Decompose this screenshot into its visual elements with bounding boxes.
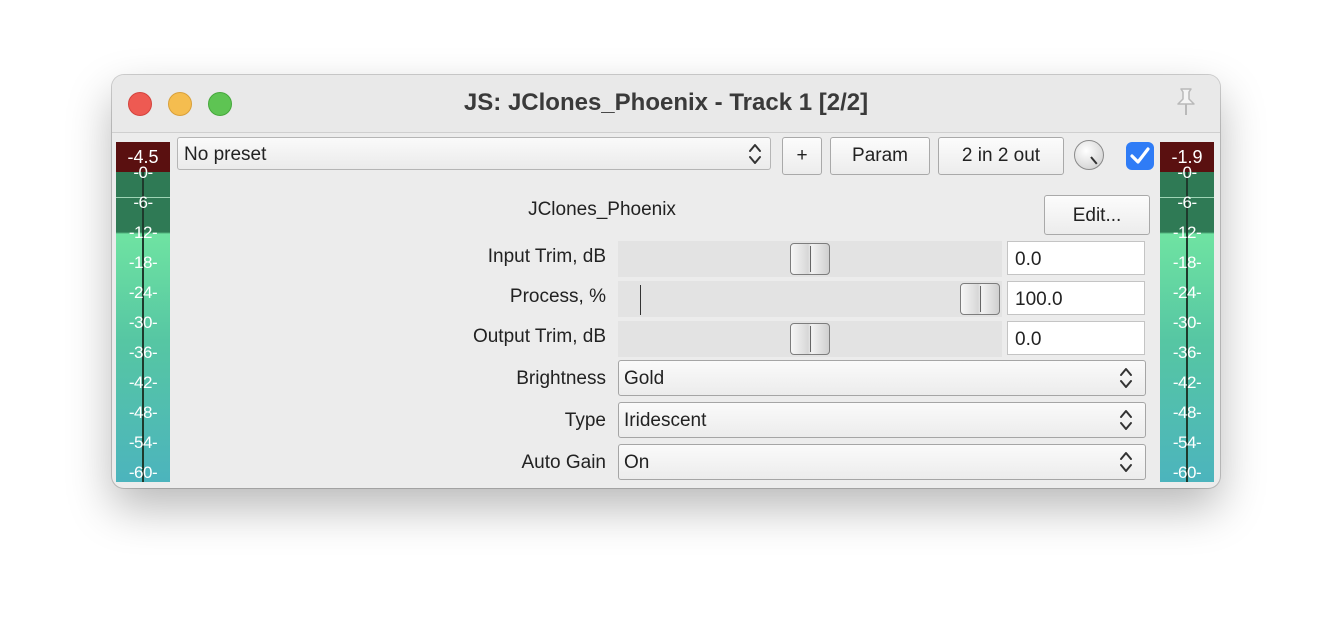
meter-tick: -0-: [133, 163, 153, 182]
plugin-name: JClones_Phoenix: [528, 199, 676, 220]
meter-tick: -12-: [1172, 223, 1202, 242]
slider-thumb[interactable]: [790, 243, 830, 275]
pin-icon[interactable]: [1170, 85, 1202, 117]
preset-dropdown[interactable]: No preset: [177, 137, 771, 170]
meter-tick: -42-: [128, 373, 158, 392]
meter-tick: -12-: [128, 223, 158, 242]
meter-tick: -6-: [133, 193, 153, 212]
meter-tick: -18-: [128, 253, 158, 272]
meter-tick: -30-: [1172, 313, 1202, 332]
slider-thumb[interactable]: [960, 283, 1000, 315]
preset-label: No preset: [184, 144, 267, 165]
process-slider[interactable]: [618, 281, 1002, 317]
meter-tick: -24-: [1172, 283, 1202, 302]
slider-label: Process, %: [509, 286, 606, 307]
output-level-meter: -1.9 -0- -6- -12- -18- -24- -30- -36- -4…: [1160, 142, 1214, 482]
meter-tick: -42-: [1172, 373, 1202, 392]
bypass-checkbox[interactable]: [1126, 142, 1154, 170]
meter-tick: -48-: [1172, 403, 1202, 422]
plugin-window: JS: JClones_Phoenix - Track 1 [2/2] -4.5…: [112, 75, 1220, 488]
meter-tick: -60-: [128, 463, 158, 482]
auto-gain-select[interactable]: On: [618, 444, 1146, 480]
meter-tick: -24-: [128, 283, 158, 302]
meter-tick: -54-: [1172, 433, 1202, 452]
meter-tick: -0-: [1177, 163, 1197, 182]
meter-tick: -18-: [1172, 253, 1202, 272]
input-trim-slider[interactable]: [618, 241, 1002, 277]
select-label: Auto Gain: [521, 452, 607, 473]
type-select[interactable]: Iridescent: [618, 402, 1146, 438]
meter-tick: -6-: [1177, 193, 1197, 212]
title-bar: JS: JClones_Phoenix - Track 1 [2/2]: [112, 75, 1220, 133]
output-trim-slider[interactable]: [618, 321, 1002, 357]
add-preset-button[interactable]: +: [782, 137, 822, 175]
edit-button[interactable]: Edit...: [1044, 195, 1150, 235]
io-routing-button[interactable]: 2 in 2 out: [938, 137, 1064, 175]
meter-tick: -54-: [128, 433, 158, 452]
window-title: JS: JClones_Phoenix - Track 1 [2/2]: [463, 89, 869, 116]
slider-label: Output Trim, dB: [472, 326, 606, 347]
select-value: Gold: [624, 368, 665, 389]
meter-tick: -48-: [128, 403, 158, 422]
select-label: Brightness: [516, 368, 606, 389]
select-label: Type: [564, 410, 606, 431]
meter-tick: -60-: [1172, 463, 1202, 482]
select-value: Iridescent: [624, 410, 707, 431]
slider-thumb[interactable]: [790, 323, 830, 355]
select-value: On: [624, 452, 650, 473]
meter-tick: -30-: [128, 313, 158, 332]
wet-mix-knob[interactable]: [1074, 140, 1104, 170]
param-button[interactable]: Param: [830, 137, 930, 175]
output-trim-value[interactable]: 0.0: [1007, 321, 1145, 355]
updown-chevron-icon: [749, 144, 761, 164]
checkmark-icon: [1130, 147, 1150, 164]
updown-chevron-icon: [1120, 452, 1132, 472]
meter-tick: -36-: [128, 343, 158, 362]
brightness-select[interactable]: Gold: [618, 360, 1146, 396]
slider-label: Input Trim, dB: [487, 246, 606, 267]
input-trim-value[interactable]: 0.0: [1007, 241, 1145, 275]
meter-tick: -36-: [1172, 343, 1202, 362]
process-value[interactable]: 100.0: [1007, 281, 1145, 315]
updown-chevron-icon: [1120, 410, 1132, 430]
input-level-meter: -4.5 -0- -6- -12- -18- -24- -30- -36- -4…: [116, 142, 170, 482]
updown-chevron-icon: [1120, 368, 1132, 388]
